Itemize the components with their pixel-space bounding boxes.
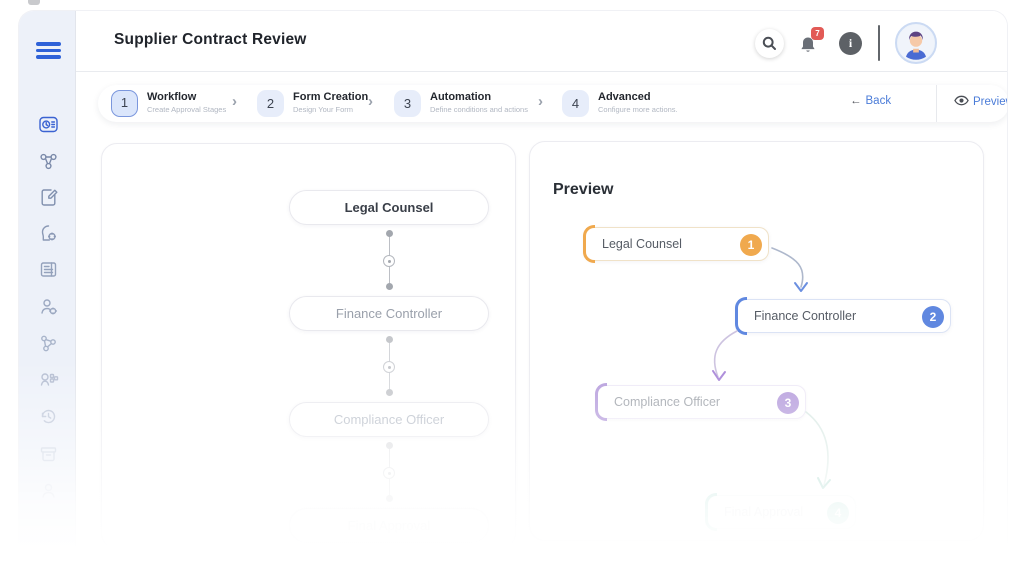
- order-badge: 3: [777, 392, 799, 414]
- header-divider: [878, 25, 880, 61]
- stepper-bar: 1 Workflow Create Approval Stages › 2 Fo…: [98, 85, 1007, 122]
- step-number: 4: [562, 90, 589, 117]
- user-settings-icon[interactable]: [38, 296, 59, 317]
- step-sublabel: Configure more actions.: [598, 105, 678, 114]
- step-number: 2: [257, 90, 284, 117]
- automation-icon[interactable]: [38, 223, 59, 244]
- integrations-icon[interactable]: [38, 333, 59, 354]
- eye-icon: [954, 95, 969, 106]
- preview-button[interactable]: Preview: [954, 95, 1007, 108]
- order-badge: 2: [922, 306, 944, 328]
- stage-node-final-approval[interactable]: Final Approval: [289, 508, 489, 543]
- header: Supplier Contract Review 7 i: [76, 11, 1007, 71]
- stepper-divider: [936, 85, 937, 122]
- stage-connector: [383, 336, 395, 396]
- chevron-right-icon: ›: [368, 93, 373, 110]
- stage-node-legal-counsel[interactable]: Legal Counsel: [289, 190, 489, 225]
- info-icon[interactable]: i: [839, 32, 862, 55]
- preview-card-legal-counsel[interactable]: Legal Counsel 1: [583, 225, 769, 263]
- app-window: Supplier Contract Review 7 i 1 Workflow …: [18, 10, 1008, 548]
- card-accent: [595, 383, 607, 421]
- order-badge: 4: [827, 502, 849, 524]
- chevron-right-icon: ›: [232, 93, 237, 110]
- notification-count-badge: 7: [811, 27, 824, 40]
- hamburger-menu-icon[interactable]: [36, 42, 61, 59]
- step-number: 1: [111, 90, 138, 117]
- workflow-builder-panel: Legal Counsel Finance Controller Complia…: [101, 143, 516, 548]
- page-title: Supplier Contract Review: [114, 31, 307, 48]
- back-arrow-icon: ←: [850, 95, 862, 107]
- card-accent: [705, 493, 717, 531]
- step-sublabel: Design Your Form: [293, 105, 354, 114]
- order-badge: 1: [740, 234, 762, 256]
- step-sublabel: Define conditions and actions: [430, 105, 528, 114]
- reports-icon[interactable]: [38, 259, 59, 280]
- workflow-icon[interactable]: [38, 151, 59, 172]
- preview-panel: [529, 141, 984, 541]
- history-icon[interactable]: [38, 406, 59, 427]
- preview-card-finance-controller[interactable]: Finance Controller 2: [735, 297, 951, 335]
- top-notch: [28, 0, 40, 5]
- back-button[interactable]: ← Back: [850, 95, 891, 107]
- archive-icon[interactable]: [38, 443, 59, 464]
- preview-title: Preview: [553, 181, 614, 198]
- chevron-right-icon: ›: [538, 93, 543, 110]
- sidebar: [19, 11, 76, 548]
- preview-card-compliance-officer[interactable]: Compliance Officer 3: [595, 383, 806, 421]
- search-icon[interactable]: [755, 29, 784, 58]
- preview-card-final-approval[interactable]: Final Approval 4: [705, 493, 856, 531]
- step-sublabel: Create Approval Stages: [147, 105, 227, 114]
- stage-node-finance-controller[interactable]: Finance Controller: [289, 296, 489, 331]
- approvals-dashboard-icon[interactable]: [38, 114, 59, 135]
- card-accent: [735, 297, 747, 335]
- step-label: Workflow: [147, 91, 197, 103]
- users-icon[interactable]: [38, 480, 59, 501]
- stage-node-compliance-officer[interactable]: Compliance Officer: [289, 402, 489, 437]
- step-number: 3: [394, 90, 421, 117]
- stage-connector: [383, 442, 395, 502]
- step-label: Form Creation: [293, 91, 369, 103]
- modules-icon[interactable]: [38, 369, 59, 390]
- stage-connector: [383, 230, 395, 290]
- header-rule: [76, 71, 1007, 72]
- card-accent: [583, 225, 595, 263]
- step-label: Automation: [430, 91, 492, 103]
- step-label: Advanced: [598, 91, 651, 103]
- avatar[interactable]: [895, 22, 937, 64]
- form-editor-icon[interactable]: [38, 187, 59, 208]
